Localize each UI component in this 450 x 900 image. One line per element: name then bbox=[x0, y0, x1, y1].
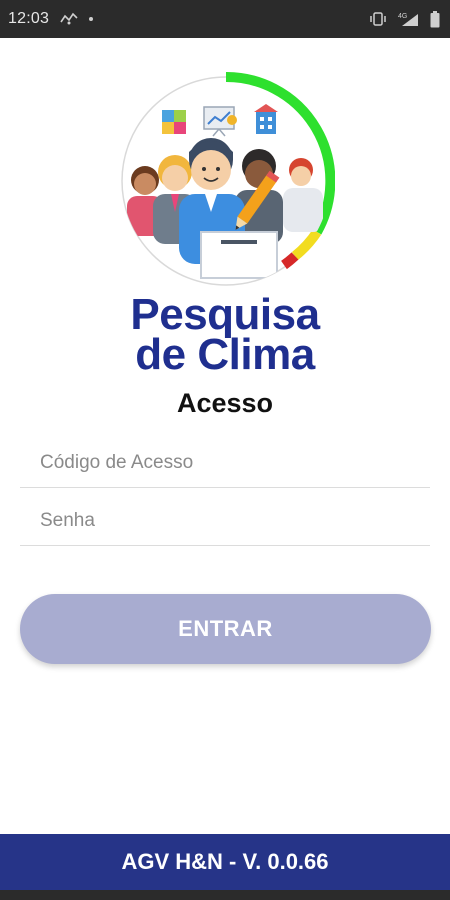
status-bar-left: 12:03 bbox=[8, 10, 94, 28]
password-input[interactable] bbox=[20, 496, 430, 545]
page-title: Acesso bbox=[176, 388, 274, 418]
status-bar-right: 4G bbox=[368, 10, 440, 28]
version-label: AGV H&N - V. 0.0.66 bbox=[121, 849, 329, 874]
battery-icon bbox=[430, 10, 440, 28]
ballot-box-icon bbox=[200, 231, 278, 279]
signal-icon: 4G bbox=[398, 11, 420, 27]
status-time: 12:03 bbox=[8, 10, 50, 27]
network-type-label: 4G bbox=[398, 13, 407, 20]
climate-survey-illustration bbox=[121, 71, 336, 286]
brand-title-line2: de Clima bbox=[135, 330, 315, 379]
system-nav-strip bbox=[0, 890, 450, 900]
password-field bbox=[20, 496, 430, 546]
access-code-input[interactable] bbox=[20, 438, 430, 487]
enter-button[interactable]: ENTRAR bbox=[20, 594, 431, 664]
app-logo bbox=[117, 71, 336, 290]
access-code-field bbox=[20, 438, 430, 488]
status-bar: 12:03 4G bbox=[0, 0, 450, 38]
footer-bar: AGV H&N - V. 0.0.66 bbox=[0, 834, 450, 890]
puzzle-icon bbox=[162, 110, 186, 134]
notification-dot-icon bbox=[89, 17, 94, 21]
vibrate-icon bbox=[368, 11, 388, 27]
gps-status-icon bbox=[59, 12, 79, 26]
